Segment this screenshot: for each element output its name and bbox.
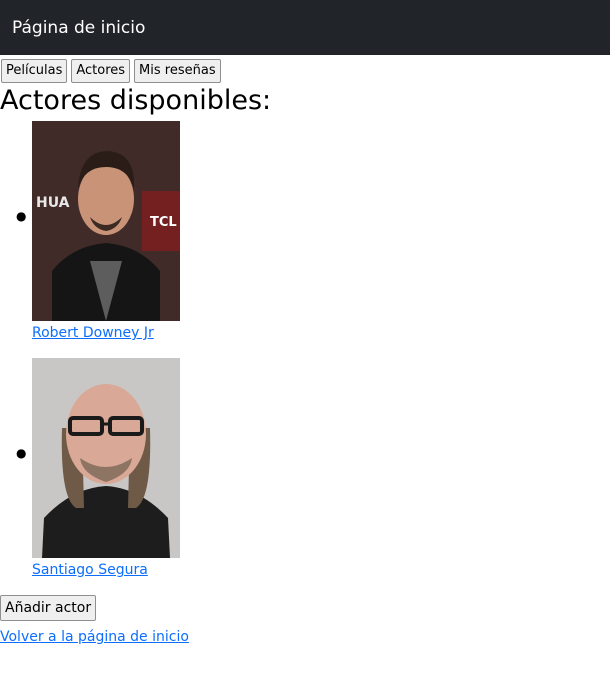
bullet-icon: ●: [16, 446, 27, 460]
actores-button[interactable]: Actores: [71, 59, 131, 83]
back-home-link[interactable]: Volver a la página de inicio: [0, 629, 189, 645]
bullet-icon: ●: [16, 209, 27, 223]
main-menu: Películas Actores Mis reseñas: [0, 59, 610, 83]
actor-link-robert-downey-jr[interactable]: Robert Downey Jr: [32, 325, 154, 341]
actor-photo-robert-downey-jr: TCL HUA: [32, 121, 180, 321]
navbar-brand[interactable]: Página de inicio: [12, 18, 145, 38]
add-actor-button[interactable]: Añadir actor: [0, 595, 97, 621]
actor-link-santiago-segura[interactable]: Santiago Segura: [32, 562, 148, 578]
actor-list-item: ● TCL HUA Robert Downey Jr: [16, 121, 610, 341]
actor-list-item: ● Santiago Segura: [16, 358, 610, 578]
actor-list: ● TCL HUA Robert Downey Jr ● Santiago Se…: [0, 121, 610, 578]
mis-resenas-button[interactable]: Mis reseñas: [134, 59, 221, 83]
svg-text:TCL: TCL: [150, 215, 177, 230]
top-navbar: Página de inicio: [0, 0, 610, 55]
actor-photo-santiago-segura: [32, 358, 180, 558]
svg-text:HUA: HUA: [36, 195, 70, 211]
peliculas-button[interactable]: Películas: [1, 59, 68, 83]
page-title: Actores disponibles:: [0, 85, 272, 116]
